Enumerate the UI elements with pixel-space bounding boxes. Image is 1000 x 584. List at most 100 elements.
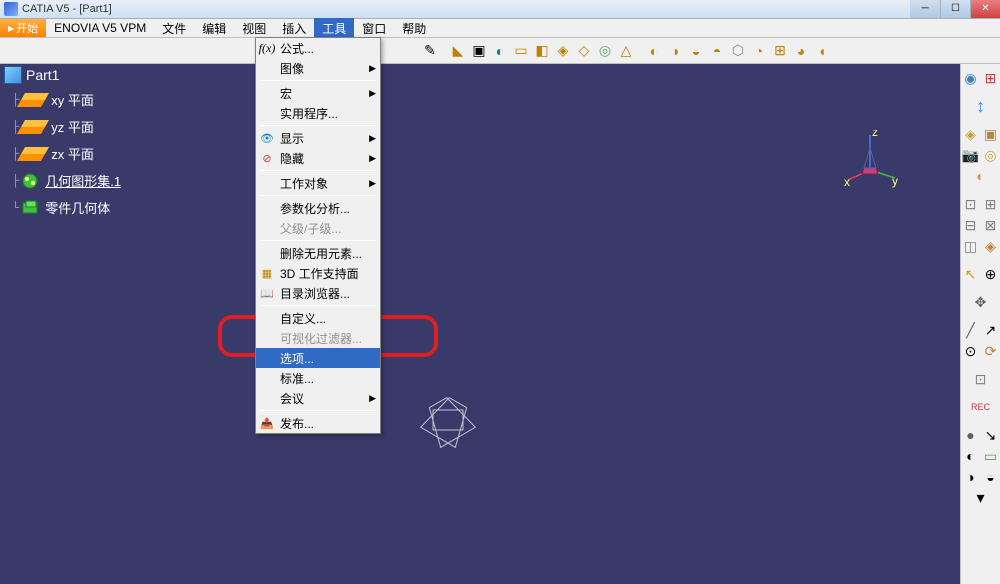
menu-options[interactable]: 选项...	[256, 348, 380, 368]
menu-insert[interactable]: 插入	[274, 18, 314, 39]
tool-icon[interactable]: ◔	[749, 41, 769, 61]
tool-sketch-icon[interactable]: ✎	[420, 41, 440, 61]
menu-help[interactable]: 帮助	[394, 18, 434, 39]
tool-icon[interactable]: ⊙	[961, 341, 981, 361]
tool-icon[interactable]: ◐	[490, 41, 510, 61]
maximize-button[interactable]: ☐	[940, 0, 970, 18]
tool-icon[interactable]: ⊟	[961, 215, 981, 235]
tree-item-partbody[interactable]: └ 零件几何体	[12, 198, 121, 217]
menu-edit[interactable]: 编辑	[194, 18, 234, 39]
tool-icon[interactable]: ✥	[971, 292, 991, 312]
tool-icon[interactable]: ⊞	[981, 68, 1000, 88]
tool-icon[interactable]: ⟳	[981, 341, 1000, 361]
tool-icon[interactable]: ◈	[981, 236, 1000, 256]
tool-icon[interactable]: △	[616, 41, 636, 61]
menu-image[interactable]: 图像▶	[256, 58, 380, 78]
tool-icon[interactable]: ◕	[791, 41, 811, 61]
tool-icon[interactable]: ▣	[469, 41, 489, 61]
tool-icon[interactable]: ◇	[574, 41, 594, 61]
menu-tools[interactable]: 工具	[314, 18, 354, 39]
tool-icon[interactable]: ◒	[981, 467, 1000, 487]
cursor-icon[interactable]: ↖	[961, 264, 981, 284]
tool-icon[interactable]: ◖	[812, 41, 832, 61]
tool-icon[interactable]: ◈	[553, 41, 573, 61]
tool-icon[interactable]: ▾	[971, 488, 991, 508]
right-toolbar: ◉⊞ ↕ ◈▣ 📷◎ ◐ ⊡⊞ ⊟⊠ ◫◈ ↖⊕ ✥ ╱↗ ⊙⟳ ⊡ REC ●…	[960, 64, 1000, 584]
tool-icon[interactable]: ⬡	[728, 41, 748, 61]
menu-delete-unused[interactable]: 删除无用元素...	[256, 243, 380, 263]
menu-macro[interactable]: 宏▶	[256, 83, 380, 103]
close-button[interactable]: ✕	[970, 0, 1000, 18]
tree-label: 几何图形集.1	[45, 171, 121, 190]
separator	[260, 195, 376, 196]
plane-icon	[17, 93, 49, 107]
separator	[260, 410, 376, 411]
window-controls: ─ ☐ ✕	[910, 0, 1000, 19]
tool-icon[interactable]: ⊕	[981, 264, 1000, 284]
menu-param-analysis[interactable]: 参数化分析...	[256, 198, 380, 218]
tree-item-yz-plane[interactable]: ├ yz 平面	[12, 117, 121, 136]
start-button[interactable]: 开始	[0, 19, 46, 37]
axis-gizmo[interactable]: z y x	[840, 130, 900, 190]
tool-icon[interactable]: ◐	[644, 41, 664, 61]
menu-3d-support[interactable]: ▦3D 工作支持面	[256, 263, 380, 283]
menu-conference[interactable]: 会议▶	[256, 388, 380, 408]
tool-icon[interactable]: ◒	[686, 41, 706, 61]
tool-icon[interactable]: ▭	[981, 446, 1000, 466]
submenu-arrow-icon: ▶	[369, 63, 376, 74]
menu-enovia[interactable]: ENOVIA V5 VPM	[46, 19, 154, 37]
menu-hide[interactable]: ⊘隐藏▶	[256, 148, 380, 168]
tool-icon[interactable]: ◣	[448, 41, 468, 61]
tool-icon[interactable]: ◑	[961, 467, 981, 487]
tool-icon[interactable]: ↕	[971, 96, 991, 116]
viewport[interactable]: Part1 ├ xy 平面 ├ yz 平面 ├ zx 平面 ├ 几何图形集.1 …	[0, 64, 960, 584]
tree-item-xy-plane[interactable]: ├ xy 平面	[12, 90, 121, 109]
book-icon: 📖	[258, 285, 276, 301]
rec-icon[interactable]: REC	[971, 397, 991, 417]
tool-icon[interactable]: ⊠	[981, 215, 1000, 235]
menu-publish[interactable]: 📤发布...	[256, 413, 380, 433]
tree-label: xy 平面	[51, 90, 94, 109]
menu-window[interactable]: 窗口	[354, 18, 394, 39]
tool-icon[interactable]: ⊞	[981, 194, 1000, 214]
show-icon: 👁	[258, 130, 276, 146]
tool-icon[interactable]: ◧	[532, 41, 552, 61]
tool-icon[interactable]: ◎	[981, 145, 1000, 165]
app-icon	[4, 2, 18, 16]
tree-item-zx-plane[interactable]: ├ zx 平面	[12, 144, 121, 163]
tool-icon[interactable]: ▣	[981, 124, 1000, 144]
tool-icon[interactable]: ⊡	[971, 369, 991, 389]
tool-icon[interactable]: ▭	[511, 41, 531, 61]
menu-show[interactable]: 👁显示▶	[256, 128, 380, 148]
tool-icon[interactable]: ╱	[961, 320, 981, 340]
menu-formula[interactable]: f(x)公式...	[256, 38, 380, 58]
tool-icon[interactable]: ↗	[981, 320, 1000, 340]
tool-icon[interactable]: ◐	[961, 446, 981, 466]
tree-root[interactable]: Part1	[4, 66, 121, 84]
tool-icon[interactable]: ◈	[961, 124, 981, 144]
origin-planes[interactable]	[418, 390, 478, 450]
menu-catalog[interactable]: 📖目录浏览器...	[256, 283, 380, 303]
tool-icon[interactable]: 📷	[961, 145, 981, 165]
menu-customize[interactable]: 自定义...	[256, 308, 380, 328]
tool-icon[interactable]: ◫	[961, 236, 981, 256]
tool-icon[interactable]: ⊡	[961, 194, 981, 214]
hide-icon: ⊘	[258, 150, 276, 166]
tool-icon[interactable]: ◎	[595, 41, 615, 61]
tool-icon[interactable]: ⊞	[770, 41, 790, 61]
tool-icon[interactable]: ◓	[707, 41, 727, 61]
menu-utility[interactable]: 实用程序...	[256, 103, 380, 123]
menu-workobject[interactable]: 工作对象▶	[256, 173, 380, 193]
tool-icon[interactable]: ◑	[665, 41, 685, 61]
tool-icon[interactable]: ◐	[971, 166, 991, 186]
minimize-button[interactable]: ─	[910, 0, 940, 18]
tree-item-geomset[interactable]: ├ 几何图形集.1	[12, 171, 121, 190]
tool-icon[interactable]: ↘	[981, 425, 1000, 445]
menu-parent-child: 父级/子级...	[256, 218, 380, 238]
menu-standard[interactable]: 标准...	[256, 368, 380, 388]
svg-text:z: z	[872, 130, 878, 139]
menu-view[interactable]: 视图	[234, 18, 274, 39]
menu-file[interactable]: 文件	[154, 18, 194, 39]
tool-icon[interactable]: ●	[961, 425, 981, 445]
tool-icon[interactable]: ◉	[961, 68, 981, 88]
